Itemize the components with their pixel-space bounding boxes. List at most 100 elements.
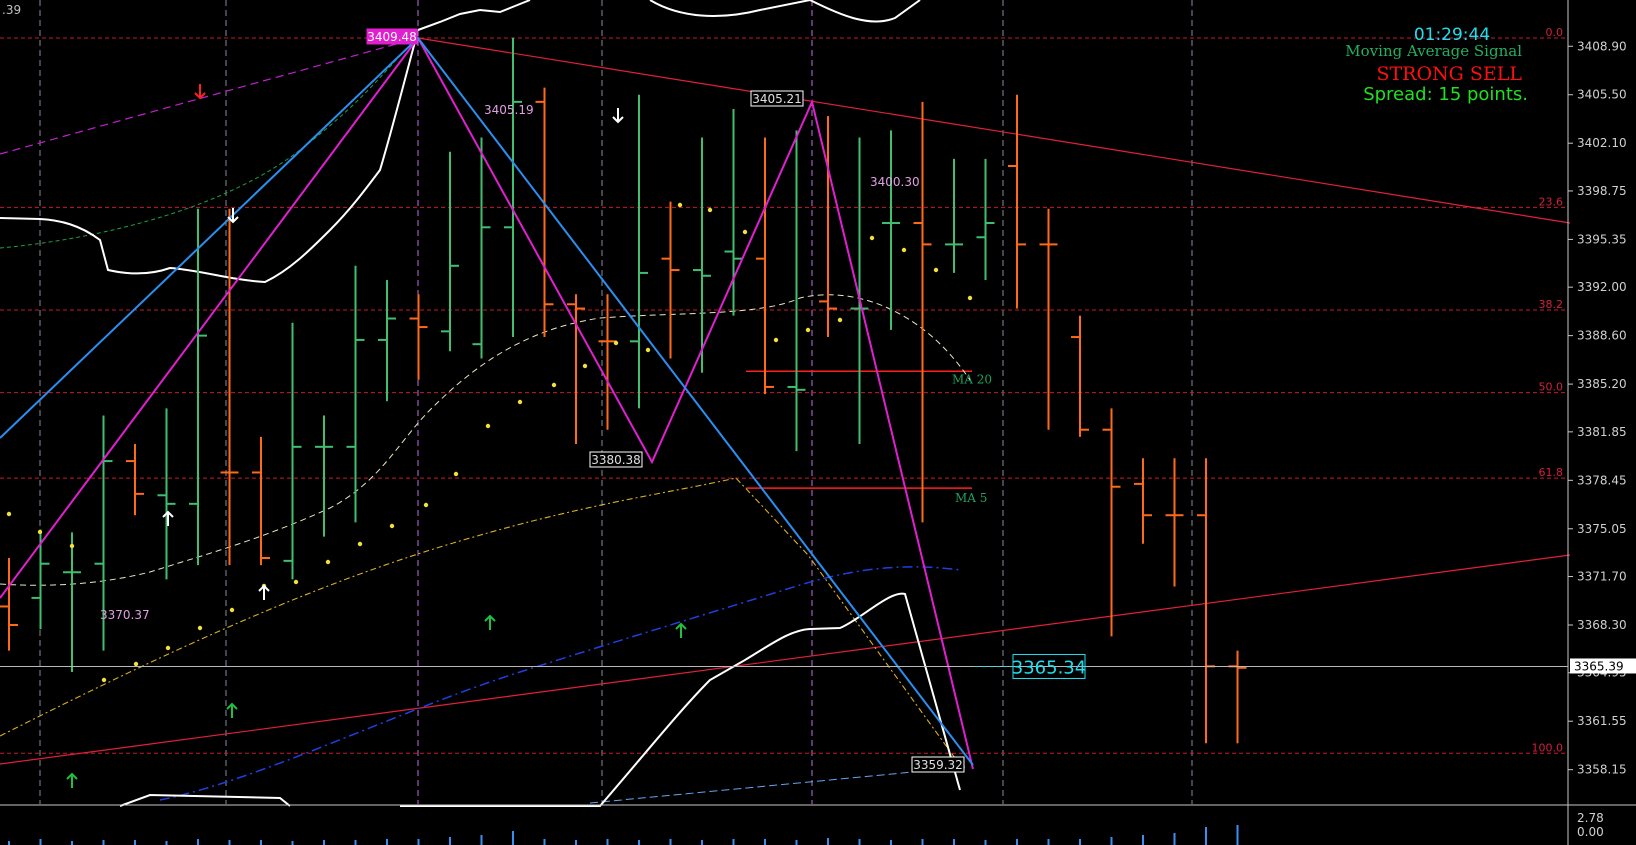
y-tick-label: 3408.90	[1577, 39, 1627, 53]
ohlc-bar	[787, 130, 806, 452]
ohlc-bar	[315, 415, 333, 537]
zigzag-price-label: 3380.38	[589, 451, 643, 468]
y-tick-label: 3388.60	[1577, 329, 1627, 343]
fib-level-label: 0.0	[1546, 26, 1564, 39]
ohlc-bar	[882, 130, 900, 330]
corner-label: .39	[2, 3, 21, 17]
zigzag-price-label: 3359.32	[911, 756, 965, 773]
ohlc-bar	[409, 294, 428, 380]
sar-dot	[707, 207, 713, 213]
ohlc-bar	[252, 436, 270, 566]
ohlc-bar	[945, 158, 963, 273]
sar-dot	[677, 202, 683, 208]
y-tick-label: 3378.45	[1577, 473, 1627, 487]
ohlc-bar	[220, 208, 239, 566]
ohlc-bar	[441, 151, 459, 352]
ohlc-bars	[0, 37, 1247, 744]
signal-arrows	[66, 84, 687, 788]
ohlc-bar	[567, 294, 585, 444]
ohlc-bar	[756, 137, 774, 395]
price-chart: 0.0 23.6 38.2 50.0 61.8 100.0 MA 20 MA 5 3409.4…	[0, 0, 1636, 845]
arrow-up-icon	[675, 622, 687, 638]
fib-level-label: 38.2	[1539, 298, 1564, 311]
y-tick-label: 3375.05	[1577, 522, 1627, 536]
sar-dot	[69, 543, 75, 549]
ohlc-bar	[189, 208, 207, 566]
green-channel-line	[0, 39, 419, 249]
volume-tick-label: 0.00	[1577, 825, 1604, 839]
spread-text: Spread: 15 points.	[1363, 84, 1528, 105]
ohlc-bar	[598, 294, 617, 430]
light-blue-ma-line	[589, 766, 966, 804]
price-annotation: 3405.19	[484, 103, 534, 117]
sar-dot	[517, 399, 523, 405]
y-tick-label: 3385.20	[1577, 377, 1627, 391]
sar-dot	[837, 317, 843, 323]
arrow-up-icon	[484, 614, 496, 630]
ohlc-bar	[850, 137, 869, 444]
ohlc-bar	[630, 94, 648, 409]
ohlc-bar	[1197, 458, 1215, 744]
y-tick-label: 3392.00	[1577, 280, 1627, 294]
svg-text:3359.32: 3359.32	[913, 758, 963, 772]
sar-dot	[37, 529, 43, 535]
sar-dot	[933, 267, 939, 273]
sar-dot	[133, 661, 139, 667]
fibonacci-levels: 0.0 23.6 38.2 50.0 61.8 100.0 MA 20 MA 5	[0, 26, 1568, 754]
lower-support-line	[0, 554, 1571, 765]
fib-level-label: 61.8	[1539, 466, 1564, 479]
sar-dot	[325, 559, 331, 565]
y-tick-label: 3398.75	[1577, 184, 1627, 198]
ohlc-bar	[472, 137, 491, 359]
sar-dot	[967, 295, 973, 301]
ohlc-bar	[1071, 315, 1089, 437]
arrow-down-icon	[194, 84, 206, 100]
y-tick-label: 3368.30	[1577, 618, 1627, 632]
indicator-lines	[0, 0, 1571, 807]
sar-dot	[901, 247, 907, 253]
ohlc-bar	[346, 265, 365, 523]
sar-dot	[485, 423, 491, 429]
ohlc-bar	[1008, 94, 1026, 309]
sar-dot	[551, 382, 557, 388]
ohlc-bar	[1039, 208, 1058, 430]
price-annotation: 3370.37	[100, 608, 150, 622]
y-tick-label: 3402.10	[1577, 136, 1627, 150]
arrow-down-icon	[612, 108, 624, 124]
zigzag-price-label: 3409.48	[366, 28, 418, 45]
sar-dot	[645, 347, 651, 353]
blue-ma-line	[159, 566, 961, 801]
fib-level-label: 50.0	[1539, 381, 1564, 394]
ohlc-bar	[1102, 408, 1121, 637]
svg-text:3380.38: 3380.38	[591, 453, 641, 467]
sar-dot	[229, 607, 235, 613]
ohlc-bar	[913, 101, 932, 523]
fib-level-label: 23.6	[1539, 195, 1564, 208]
ohlc-bar	[1134, 458, 1152, 544]
signal-value: STRONG SELL	[1376, 63, 1522, 85]
volume-tick-label: 2.78	[1577, 811, 1604, 825]
svg-text:3409.48: 3409.48	[367, 30, 417, 44]
sar-dot	[357, 541, 363, 547]
y-tick-label: 3358.15	[1577, 763, 1627, 777]
sar-dot	[293, 579, 299, 585]
sar-dot	[805, 327, 811, 333]
sar-dot	[165, 645, 171, 651]
ohlc-bar	[976, 158, 995, 281]
ohlc-bar	[63, 532, 81, 673]
sar-dot	[101, 677, 107, 683]
sar-dot	[197, 625, 203, 631]
ma-label: MA 5	[955, 491, 987, 505]
volume-panel: 2.780.00	[8, 811, 1604, 845]
price-annotation: 3400.30	[870, 175, 920, 189]
fib-level-label: 100.0	[1532, 741, 1564, 754]
arrow-up-icon	[162, 510, 174, 526]
sar-dot	[742, 229, 748, 235]
ohlc-bar	[819, 116, 837, 338]
sar-dot	[453, 471, 459, 477]
y-tick-label: 3405.50	[1577, 88, 1627, 102]
zigzag-price-label: 3405.21	[750, 90, 804, 107]
sar-dot	[389, 523, 395, 529]
sar-dot	[423, 502, 429, 508]
svg-text:3405.21: 3405.21	[752, 92, 802, 106]
